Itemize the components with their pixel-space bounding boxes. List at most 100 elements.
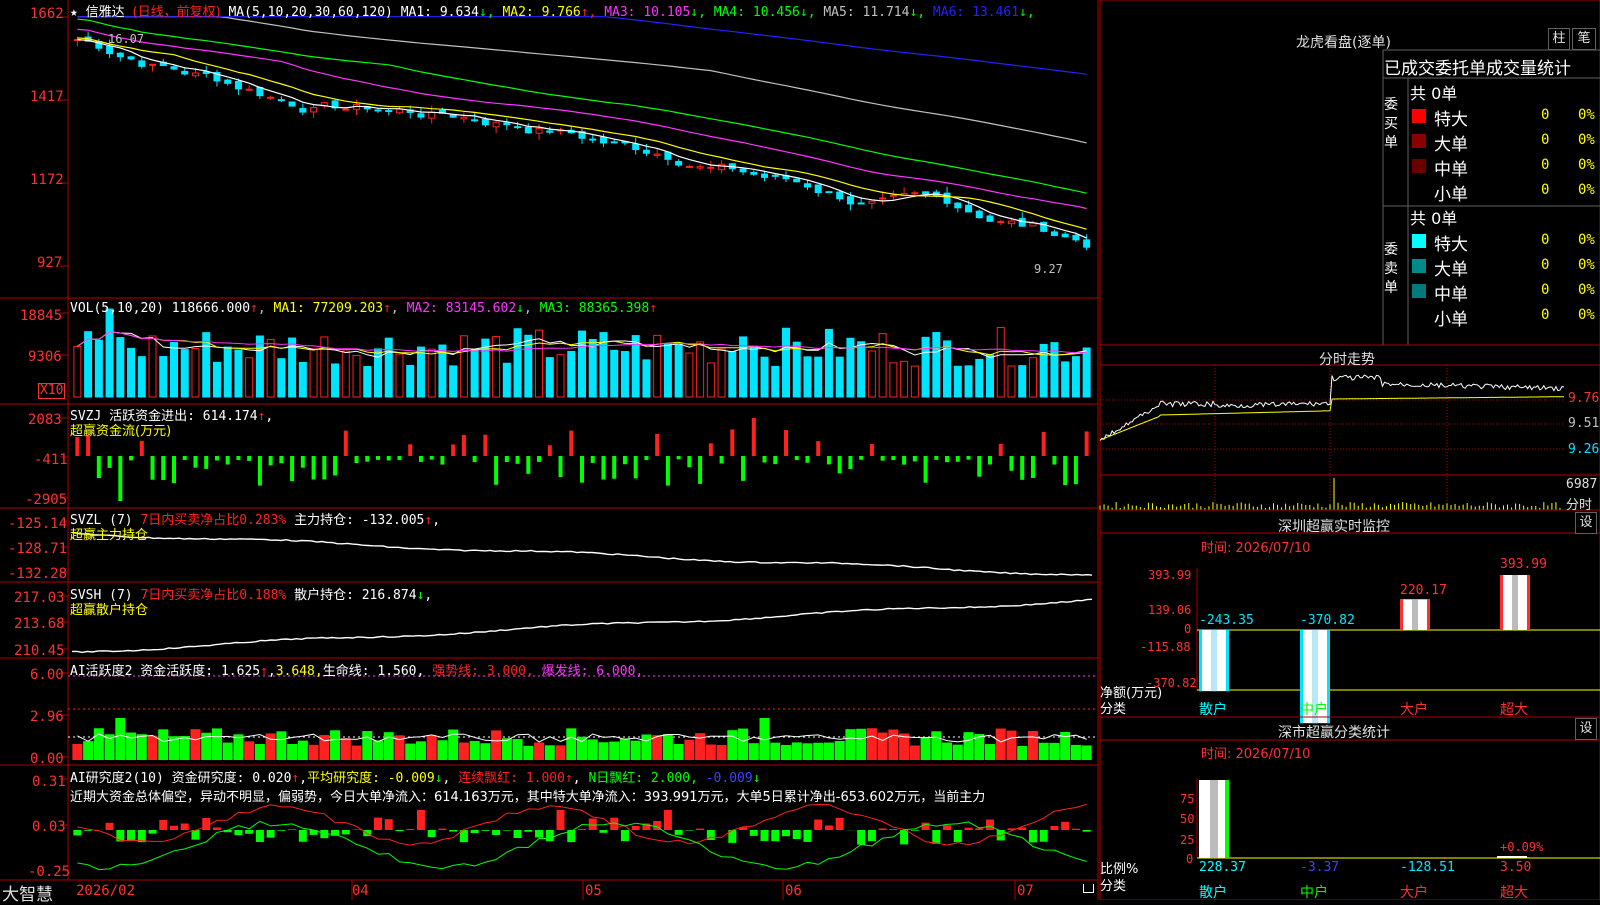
- activity-bar: [276, 731, 286, 760]
- intraday-title[interactable]: 分时走势: [1319, 349, 1375, 369]
- lock-icon[interactable]: [1083, 884, 1094, 893]
- monitor-tick-0: 393.99: [1148, 568, 1191, 582]
- chart-canvas[interactable]: [0, 0, 1600, 900]
- activity-bar: [513, 739, 523, 760]
- activity-bar: [792, 742, 802, 760]
- research-bar: [471, 830, 479, 833]
- ma-value-4: MA4: 10.456: [706, 5, 800, 20]
- sell-row-pct-2: 0%: [1578, 282, 1595, 298]
- activity-bar: [416, 741, 426, 760]
- research-bar: [632, 826, 640, 830]
- activity-bar: [964, 732, 974, 760]
- svzj-bar: [215, 456, 219, 460]
- candle-body: [804, 184, 810, 187]
- svzj-bar: [161, 456, 165, 480]
- tick-view-button[interactable]: 笔: [1572, 28, 1596, 50]
- research-bar: [481, 830, 489, 831]
- vol-unit-badge: X10: [38, 383, 65, 399]
- price-high-label: 16.07: [108, 32, 144, 46]
- activity-bar: [996, 729, 1006, 760]
- monitor-tick-1: 139.06: [1148, 603, 1191, 617]
- svzj-bar: [698, 456, 702, 484]
- stat-label-0: 散户: [1199, 882, 1227, 902]
- stat-small-bar: [1497, 856, 1527, 858]
- period-label[interactable]: (日线，前复权): [133, 5, 221, 20]
- research-bar: [546, 830, 554, 841]
- research-bar: [889, 829, 897, 830]
- sell-row-name-0: 特大: [1434, 230, 1468, 255]
- svzj-bar: [1020, 456, 1024, 480]
- stat-tabs[interactable]: 已成交委托单成交量统计: [1384, 54, 1571, 79]
- volume-bar: [1008, 366, 1015, 397]
- activity-bar: [598, 742, 608, 760]
- sell-row-name-3: 小单: [1434, 305, 1468, 330]
- research-bar: [288, 829, 296, 830]
- svzj-bar: [1074, 456, 1078, 484]
- activity-bar: [545, 745, 555, 760]
- candle-body: [504, 123, 510, 125]
- svzl-sub: 超赢主力持仓: [70, 524, 148, 543]
- research-bar: [127, 830, 135, 841]
- svzj-bar: [859, 456, 863, 460]
- activity-bar: [1028, 731, 1038, 760]
- volume-bar: [664, 344, 671, 397]
- activity-bar: [1071, 745, 1081, 760]
- stat-cat: 分类: [1100, 875, 1126, 894]
- volume-bar: [256, 336, 263, 397]
- stat-value-2: -128.51: [1400, 860, 1455, 875]
- monitor-bar-大户: [1400, 599, 1430, 630]
- volume-bar: [171, 342, 178, 397]
- svzj-bar: [236, 456, 240, 460]
- svzj-bar: [827, 456, 831, 464]
- candle-body: [858, 203, 864, 204]
- research-bar: [1083, 830, 1091, 832]
- activity-bar: [878, 733, 888, 760]
- activity-bar: [835, 741, 845, 760]
- volume-bar: [750, 346, 757, 397]
- svzj-bar: [322, 456, 326, 479]
- svzj-bar: [537, 456, 541, 462]
- research-bar: [557, 810, 565, 830]
- column-view-button[interactable]: 柱: [1548, 28, 1570, 50]
- stat-settings-button[interactable]: 设: [1575, 718, 1597, 740]
- buy-row-name-1: 大单: [1434, 130, 1468, 155]
- svzj-bar: [655, 434, 659, 456]
- research-bar: [234, 830, 242, 835]
- ma-value-6: MA6: 13.461: [925, 5, 1019, 20]
- research-bar: [256, 830, 264, 842]
- volume-chart: [74, 309, 1090, 397]
- volume-bar: [686, 353, 693, 397]
- activity-bar: [190, 729, 200, 760]
- research-bar: [836, 818, 844, 830]
- svzj-bar: [848, 456, 852, 469]
- candle-body: [751, 172, 757, 174]
- volume-bar: [85, 332, 92, 397]
- activity-bar: [802, 743, 812, 760]
- candle-body: [772, 175, 778, 176]
- x-label-4: 06: [785, 883, 802, 899]
- stat-label-3: 超大: [1500, 882, 1528, 902]
- svzj-bar: [172, 456, 176, 483]
- candle-body: [1008, 221, 1014, 224]
- candle-body: [708, 167, 714, 168]
- x-label-3: 05: [585, 883, 602, 899]
- volume-bar: [825, 329, 832, 397]
- svzj-bar: [258, 456, 262, 486]
- monitor-title: 深圳超赢实时监控: [1278, 516, 1390, 536]
- candle-body: [590, 139, 596, 140]
- volume-bar: [836, 357, 843, 397]
- svzj-bar: [988, 456, 992, 465]
- research-bar: [675, 830, 683, 835]
- candle-body: [235, 81, 241, 88]
- ma-value-2: MA2: 9.766: [495, 5, 581, 20]
- stock-name[interactable]: 信雅达: [86, 5, 125, 20]
- candle-body: [107, 46, 113, 53]
- monitor-settings-button[interactable]: 设: [1575, 512, 1597, 534]
- volume-bar: [697, 342, 704, 397]
- candle-body: [976, 211, 982, 217]
- star-icon: ★: [70, 5, 78, 20]
- activity-bar: [867, 728, 877, 760]
- candle-body: [117, 53, 123, 57]
- monitor-label-0: 散户: [1199, 699, 1227, 719]
- stat-value-3: 3.50: [1500, 860, 1531, 875]
